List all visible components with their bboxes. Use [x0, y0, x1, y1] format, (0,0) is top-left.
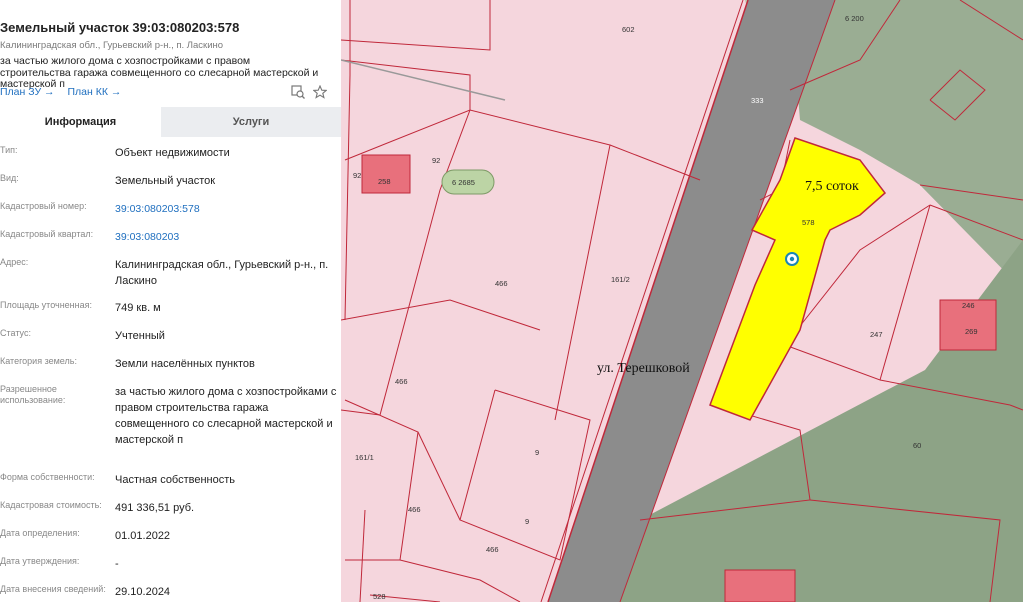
- info-value: Учтенный: [115, 330, 165, 342]
- panel-title: Земельный участок 39:03:080203:578: [0, 20, 240, 35]
- info-value: за частью жилого дома с хозпостройками с…: [115, 386, 337, 446]
- panel-links: План ЗУ → План КК →: [0, 86, 131, 98]
- cadastral-map[interactable]: 602 92 92 258 6 2685 466 466 466 466 161…: [341, 0, 1023, 602]
- parcel-label: 333: [751, 96, 764, 105]
- info-label: Дата утверждения:: [0, 556, 80, 566]
- parcel-label: 246: [962, 301, 975, 310]
- parcel-label: 60: [913, 441, 921, 450]
- tab-info[interactable]: Информация: [0, 107, 161, 137]
- info-value: Частная собственность: [115, 474, 236, 486]
- parcel-label: 161/1: [355, 453, 374, 462]
- info-label: Статус:: [0, 328, 31, 338]
- plan-zu-link[interactable]: План ЗУ →: [0, 86, 55, 98]
- parcel-label: 6 200: [845, 14, 864, 23]
- parcel-label: 92: [432, 156, 440, 165]
- info-value: -: [115, 558, 119, 570]
- info-value: Земли населённых пунктов: [115, 358, 255, 370]
- plot-area-label: 7,5 соток: [805, 179, 859, 194]
- building-bottom: [724, 569, 796, 602]
- parcel-label: 466: [495, 279, 508, 288]
- parcel-label: 269: [965, 327, 978, 336]
- panel-actions: [291, 84, 328, 99]
- info-value: Земельный участок: [115, 175, 216, 187]
- info-value: 491 336,51 руб.: [115, 502, 195, 514]
- street-label: ул. Терешковой: [597, 361, 690, 376]
- info-label: Дата внесения сведений:: [0, 584, 106, 594]
- parcel-label: 9: [525, 517, 529, 526]
- parcel-label: 6 2685: [452, 178, 475, 187]
- info-label: Кадастровая стоимость:: [0, 500, 102, 510]
- cadastral-number-link[interactable]: 39:03:080203:578: [115, 201, 337, 217]
- parcel-label: 258: [378, 177, 391, 186]
- map-canvas[interactable]: 602 92 92 258 6 2685 466 466 466 466 161…: [341, 0, 1023, 602]
- parcel-label: 247: [870, 330, 883, 339]
- parcel-label: 466: [486, 545, 499, 554]
- plan-kk-link[interactable]: План КК →: [67, 86, 121, 98]
- info-label: Форма собственности:: [0, 472, 95, 482]
- parcel-label: 9: [535, 448, 539, 457]
- panel-tabs: Информация Услуги: [0, 107, 341, 137]
- info-label: Кадастровый номер:: [0, 201, 87, 211]
- info-label: Вид:: [0, 173, 19, 183]
- info-label: Категория земель:: [0, 356, 77, 366]
- info-value: 749 кв. м: [115, 302, 161, 314]
- info-value: Объект недвижимости: [115, 147, 230, 159]
- info-label: Тип:: [0, 145, 18, 155]
- map-search-icon[interactable]: [291, 85, 305, 99]
- tab-services[interactable]: Услуги: [161, 107, 341, 137]
- info-label: Разрешенное использование:: [0, 384, 66, 405]
- parcel-label: 466: [408, 505, 421, 514]
- info-value: 29.10.2024: [115, 586, 171, 598]
- parcel-label: 578: [802, 218, 815, 227]
- info-panel: Земельный участок 39:03:080203:578 Калин…: [0, 0, 342, 602]
- parcel-label: 466: [395, 377, 408, 386]
- parcel-label: 161/2: [611, 275, 630, 284]
- info-label: Адрес:: [0, 257, 29, 267]
- parcel-label: 92: [353, 171, 361, 180]
- cadastral-quarter-link[interactable]: 39:03:080203: [115, 229, 337, 245]
- building-258: [361, 154, 411, 194]
- parcel-label: 528: [373, 592, 386, 601]
- star-icon[interactable]: [312, 84, 328, 99]
- parcel-label: 602: [622, 25, 635, 34]
- info-value: 01.01.2022: [115, 530, 171, 542]
- info-value: Калининградская обл., Гурьевский р-н., п…: [115, 259, 329, 287]
- info-label: Кадастровый квартал:: [0, 229, 94, 239]
- panel-address: Калининградская обл., Гурьевский р-н., п…: [0, 40, 224, 51]
- info-label: Дата определения:: [0, 528, 80, 538]
- info-label: Площадь уточненная:: [0, 300, 92, 310]
